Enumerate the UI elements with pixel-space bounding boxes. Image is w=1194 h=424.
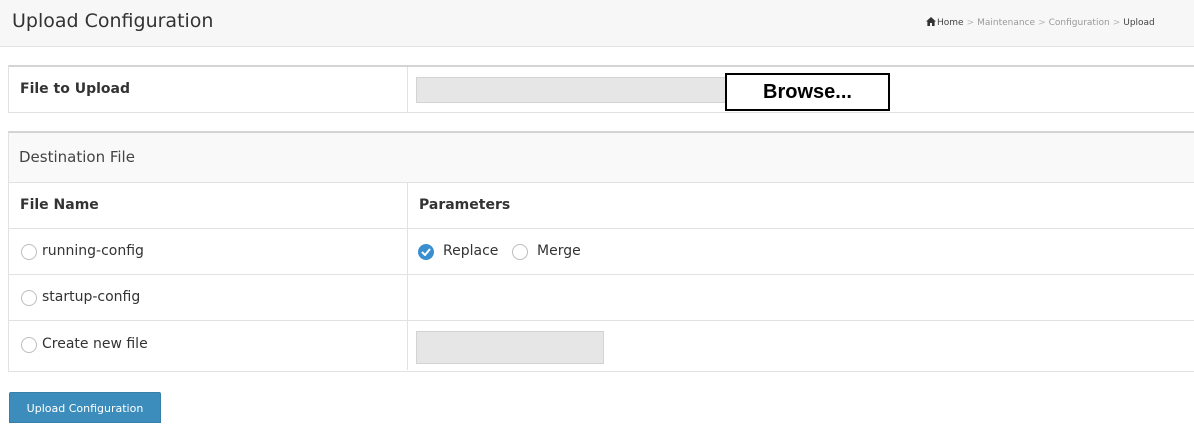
replace-radio[interactable] — [418, 244, 434, 260]
page-header: Upload Configuration Home > Maintenance > Co… — [0, 0, 1194, 47]
checkmark-icon — [421, 248, 431, 256]
new-file-name-input[interactable] — [416, 331, 604, 364]
upload-configuration-button[interactable]: Upload Configuration — [9, 392, 161, 423]
file-path-field[interactable] — [416, 77, 728, 103]
breadcrumb-separator: > — [1038, 18, 1046, 28]
create-new-file-radio[interactable] — [21, 337, 37, 353]
running-config-label: running-config — [42, 243, 144, 259]
startup-config-label: startup-config — [42, 289, 141, 305]
breadcrumb-separator: > — [966, 18, 975, 28]
file-to-upload-label: File to Upload — [9, 67, 408, 112]
browse-button[interactable]: Browse... — [725, 73, 890, 111]
startup-config-radio[interactable] — [21, 290, 37, 306]
file-upload-panel: File to Upload Browse... — [8, 65, 1194, 113]
merge-radio[interactable] — [512, 244, 528, 260]
column-header-file-name: File Name — [9, 183, 408, 228]
destination-file-panel: Destination File File Name Parameters ru… — [8, 131, 1194, 372]
breadcrumb-separator: > — [1112, 18, 1121, 28]
breadcrumb-home-label: Home — [937, 18, 964, 28]
breadcrumb-item-upload: Upload — [1123, 18, 1155, 28]
column-header-parameters: Parameters — [419, 197, 511, 213]
running-config-radio[interactable] — [21, 244, 37, 260]
breadcrumb-item-configuration[interactable]: Configuration — [1049, 18, 1110, 28]
merge-label: Merge — [537, 243, 581, 259]
table-row-startup-config: startup-config — [9, 275, 1194, 321]
replace-label: Replace — [443, 243, 499, 259]
destination-file-heading: Destination File — [9, 133, 1194, 183]
page-title: Upload Configuration — [12, 10, 214, 32]
home-icon — [926, 17, 936, 26]
breadcrumb: Home > Maintenance > Configuration > Upload — [926, 17, 1194, 28]
breadcrumb-home[interactable]: Home — [926, 17, 964, 28]
breadcrumb-item-maintenance[interactable]: Maintenance — [977, 18, 1035, 28]
table-row-create-new-file: Create new file — [9, 321, 1194, 370]
create-new-file-label: Create new file — [42, 336, 148, 352]
table-row-running-config: running-config Replace Merge — [9, 229, 1194, 275]
table-header-row: File Name Parameters — [9, 183, 1194, 229]
